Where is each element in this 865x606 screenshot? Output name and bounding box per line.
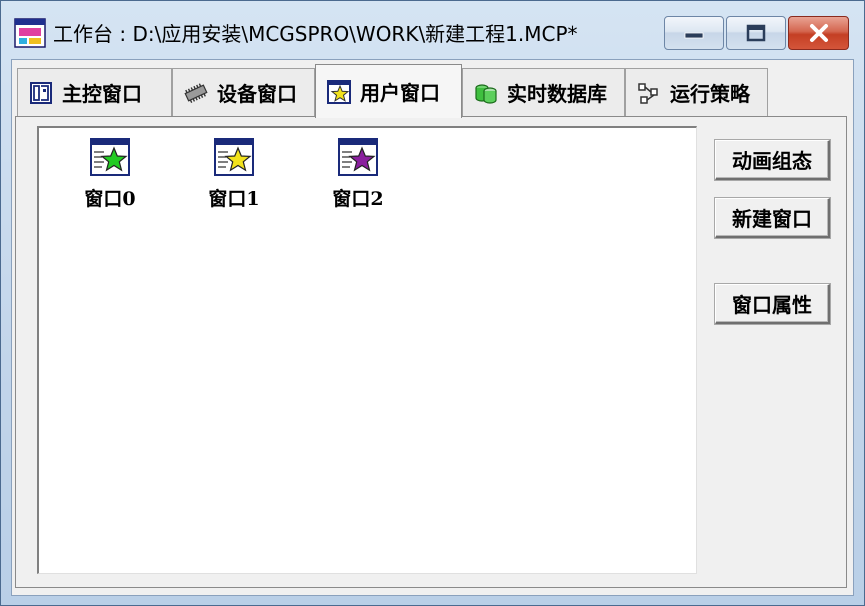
- workbench-client: 主控窗口 设备窗口 用户窗口 实时数据库 运行策略 窗口0 窗口1 窗口2 动画…: [11, 59, 854, 596]
- window-yellow-star-icon: [214, 138, 254, 176]
- window-properties-button[interactable]: 窗口属性: [715, 284, 830, 324]
- user-window-list[interactable]: 窗口0 窗口1 窗口2: [37, 126, 697, 574]
- animation-config-button[interactable]: 动画组态: [715, 140, 830, 180]
- device-chip-icon: [184, 82, 208, 103]
- app-icon: [14, 18, 46, 48]
- main-window-icon: [30, 81, 52, 104]
- tab-label: 主控窗口: [62, 82, 142, 106]
- tab-label: 运行策略: [670, 82, 750, 106]
- new-window-button[interactable]: 新建窗口: [715, 198, 830, 238]
- tab-run-strategy[interactable]: 运行策略: [625, 68, 768, 116]
- tab-main-control-window[interactable]: 主控窗口: [17, 68, 172, 116]
- window-title: 工作台 : D:\应用安装\MCGSPRO\WORK\新建工程1.MCP*: [53, 22, 578, 46]
- tab-label: 设备窗口: [217, 82, 297, 106]
- list-item-window1[interactable]: 窗口1: [193, 138, 273, 214]
- minimize-icon: [684, 32, 704, 39]
- user-window-star-icon: [327, 79, 351, 104]
- tab-realtime-database[interactable]: 实时数据库: [462, 68, 625, 116]
- close-button[interactable]: [788, 16, 849, 50]
- minimize-button[interactable]: [664, 16, 724, 50]
- tab-label: 用户窗口: [360, 81, 440, 105]
- database-icon: [475, 83, 497, 104]
- list-item-label: 窗口2: [332, 188, 384, 210]
- close-icon: [809, 24, 828, 42]
- window-purple-star-icon: [338, 138, 378, 176]
- title-bar[interactable]: 工作台 : D:\应用安装\MCGSPRO\WORK\新建工程1.MCP*: [1, 1, 864, 59]
- list-item-label: 窗口1: [208, 188, 260, 210]
- tab-user-window[interactable]: 用户窗口: [315, 64, 462, 118]
- tab-label: 实时数据库: [507, 82, 607, 106]
- strategy-icon: [638, 82, 658, 104]
- list-item-label: 窗口0: [84, 188, 136, 210]
- list-item-window2[interactable]: 窗口2: [317, 138, 397, 214]
- tab-device-window[interactable]: 设备窗口: [172, 68, 315, 116]
- list-item-window0[interactable]: 窗口0: [69, 138, 149, 214]
- window-green-star-icon: [90, 138, 130, 176]
- maximize-button[interactable]: [726, 16, 786, 50]
- workbench-window: 工作台 : D:\应用安装\MCGSPRO\WORK\新建工程1.MCP* 主控…: [0, 0, 865, 606]
- maximize-icon: [746, 24, 766, 42]
